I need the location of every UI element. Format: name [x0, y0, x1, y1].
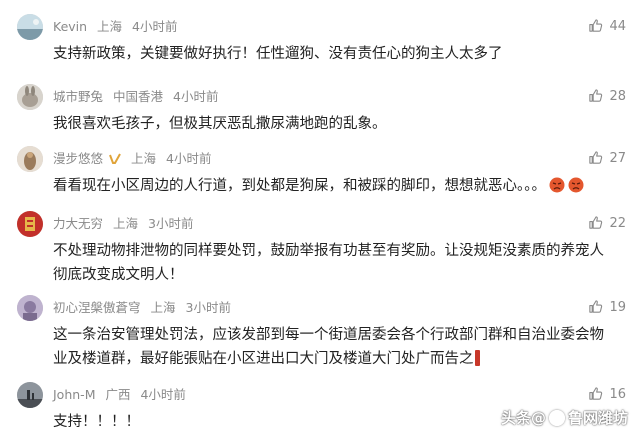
- comment-text: 支持新政策，关键要做好执行！任性遛狗、没有责任心的狗主人太多了: [53, 46, 503, 62]
- thumbs-up-icon: [589, 300, 603, 313]
- thumbs-up-icon: [589, 19, 603, 32]
- timestamp: 4小时前: [140, 387, 186, 402]
- comment-text-body: 这一条治安管理处罚法，应该发部到每一个街道居委会各个行政部门群和自治业委会物业及…: [53, 327, 604, 367]
- thumbs-up-icon: [589, 89, 603, 102]
- watermark-name: 鲁网潍坊: [567, 409, 628, 427]
- username[interactable]: 初心涅槃傲蒼穹: [53, 300, 141, 315]
- like-button[interactable]: 44: [588, 18, 626, 36]
- comment-meta: John-M 广西 4小时前: [53, 386, 192, 404]
- like-count: 44: [609, 19, 626, 34]
- timestamp: 4小时前: [132, 19, 178, 34]
- watermark: 头条@ 鲁网潍坊: [501, 407, 628, 429]
- avatar[interactable]: [17, 382, 43, 408]
- username[interactable]: 力大无穷: [53, 216, 103, 231]
- like-count: 27: [609, 151, 626, 166]
- location: 上海: [150, 300, 176, 315]
- username[interactable]: Kevin: [53, 19, 87, 34]
- watermark-prefix: 头条: [500, 409, 531, 427]
- like-button[interactable]: 27: [588, 150, 626, 168]
- like-count: 28: [609, 89, 626, 104]
- avatar[interactable]: [17, 295, 43, 321]
- verified-badge-icon: [109, 153, 121, 164]
- like-button[interactable]: 19: [588, 299, 626, 317]
- comment-text: 看看现在小区周边的人行道，到处都是狗屎，和被踩的脚印，想想就恶心。。。: [53, 174, 613, 198]
- timestamp: 3小时前: [148, 216, 194, 231]
- comment-meta: Kevin 上海 4小时前: [53, 18, 184, 36]
- like-button[interactable]: 22: [588, 215, 626, 233]
- username[interactable]: John-M: [53, 387, 95, 402]
- watermark-at: @: [530, 409, 546, 427]
- comment-text-body: 看看现在小区周边的人行道，到处都是狗屎，和被踩的脚印，想想就恶心。。。: [53, 178, 546, 194]
- timestamp: 3小时前: [185, 300, 231, 315]
- username[interactable]: 城市野兔: [53, 89, 103, 104]
- comment-text: 不处理动物排泄物的同样要处罚，鼓励举报有功甚至有奖励。让没规矩没素质的养宠人彻底…: [53, 243, 604, 283]
- timestamp: 4小时前: [166, 151, 212, 166]
- angry-face-icon: [568, 177, 584, 193]
- comment-meta: 漫步悠悠 上海 4小时前: [53, 150, 217, 168]
- watermark-logo-icon: [548, 410, 565, 426]
- location: 上海: [131, 151, 157, 166]
- like-button[interactable]: 16: [588, 386, 626, 404]
- comment-meta: 初心涅槃傲蒼穹 上海 3小时前: [53, 299, 237, 317]
- username[interactable]: 漫步悠悠: [53, 151, 103, 166]
- avatar[interactable]: [17, 14, 43, 40]
- red-mark-icon: [474, 350, 480, 366]
- comment-text: 我很喜欢毛孩子，但极其厌恶乱撒尿满地跑的乱象。: [53, 116, 387, 132]
- thumbs-up-icon: [589, 151, 603, 164]
- avatar[interactable]: [17, 84, 43, 110]
- avatar[interactable]: [17, 211, 43, 237]
- like-count: 16: [609, 387, 626, 402]
- location: 上海: [97, 19, 123, 34]
- thumbs-up-icon: [589, 216, 603, 229]
- thumbs-up-icon: [589, 387, 603, 400]
- angry-face-icon: [549, 177, 565, 193]
- location: 中国香港: [113, 89, 164, 104]
- avatar[interactable]: [17, 146, 43, 172]
- location: 上海: [113, 216, 139, 231]
- like-count: 19: [609, 300, 626, 315]
- like-button[interactable]: 28: [588, 88, 626, 106]
- timestamp: 4小时前: [173, 89, 219, 104]
- comment-meta: 城市野兔 中国香港 4小时前: [53, 88, 224, 106]
- location: 广西: [105, 387, 131, 402]
- comment-meta: 力大无穷 上海 3小时前: [53, 215, 199, 233]
- like-count: 22: [609, 216, 626, 231]
- comment-text: 这一条治安管理处罚法，应该发部到每一个街道居委会各个行政部门群和自治业委会物业及…: [53, 323, 613, 371]
